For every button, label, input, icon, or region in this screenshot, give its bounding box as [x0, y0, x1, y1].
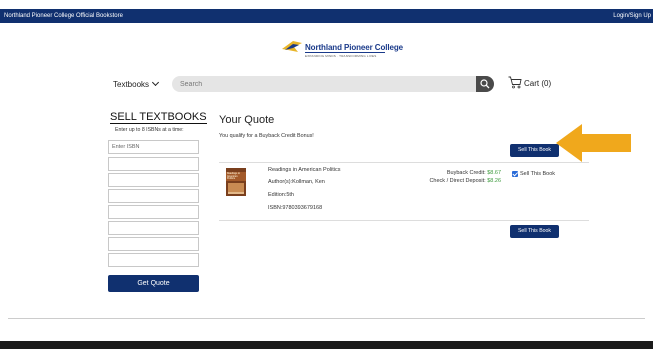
- sell-textbooks-heading: SELL TEXTBOOKS: [110, 111, 207, 124]
- sell-checkbox-label: Sell This Book: [520, 171, 556, 177]
- book-authors: Author(s):Kollman, Ken: [268, 179, 325, 185]
- textbooks-dropdown[interactable]: Textbooks: [113, 78, 160, 89]
- isbn-field-1[interactable]: [108, 140, 199, 154]
- checkbox-checked-icon: [512, 171, 518, 177]
- sell-this-book-button-bottom[interactable]: Sell This Book: [510, 225, 559, 238]
- book-cover-title: Readings in American Politics: [227, 173, 241, 181]
- search-button[interactable]: [476, 76, 494, 92]
- buyback-credit-label: Buyback Credit:: [446, 170, 486, 176]
- get-quote-button[interactable]: Get Quote: [108, 275, 199, 292]
- buyback-credit: Buyback Credit: $8.67: [447, 170, 501, 176]
- login-signup-link[interactable]: Login/Sign Up: [613, 13, 651, 19]
- quote-row-divider-bottom: [219, 220, 589, 221]
- quote-row-divider-top: [219, 162, 589, 163]
- quote-heading: Your Quote: [219, 114, 275, 126]
- cart-label: Cart (0): [524, 79, 552, 88]
- isbn-field-2[interactable]: [108, 157, 199, 171]
- isbn-field-5[interactable]: [108, 205, 199, 219]
- logo-name: Northland Pioneer College: [305, 43, 403, 52]
- pioneer-emblem-icon: [282, 41, 302, 52]
- isbn-field-3[interactable]: [108, 173, 199, 187]
- book-edition: Edition:5th: [268, 192, 294, 198]
- isbn-field-7[interactable]: [108, 237, 199, 251]
- isbn-field-8[interactable]: [108, 253, 199, 267]
- college-logo[interactable]: Northland Pioneer College EXPANDING MIND…: [281, 36, 403, 64]
- page-frame: Northland Pioneer College Official Books…: [0, 0, 653, 349]
- search-bar: [172, 76, 494, 92]
- deposit-label: Check / Direct Deposit:: [429, 178, 486, 184]
- book-title: Readings in American Politics: [268, 167, 341, 173]
- logo-tagline: EXPANDING MINDS · TRANSFORMING LIVES: [305, 54, 377, 58]
- logo-divider: [305, 52, 385, 53]
- chevron-down-icon: [151, 78, 160, 87]
- window-bottom-bar: [0, 341, 653, 349]
- arrow-left-icon: [556, 124, 631, 162]
- store-name: Northland Pioneer College Official Books…: [4, 13, 123, 19]
- top-bar: Northland Pioneer College Official Books…: [0, 9, 653, 23]
- sell-this-book-button-top[interactable]: Sell This Book: [510, 144, 559, 157]
- search-icon: [480, 79, 490, 89]
- isbn-field-4[interactable]: [108, 189, 199, 203]
- textbooks-label: Textbooks: [113, 80, 150, 89]
- cart-icon: [508, 76, 522, 89]
- book-isbn: ISBN:9780393679168: [268, 205, 323, 211]
- isbn-field-6[interactable]: [108, 221, 199, 235]
- book-cover-image: Readings in American Politics: [226, 168, 246, 196]
- buyback-credit-value: $8.67: [487, 170, 501, 176]
- bonus-message: You qualify for a Buyback Credit Bonus!: [219, 133, 314, 139]
- search-input[interactable]: [172, 76, 472, 92]
- deposit-value: $8.26: [487, 178, 501, 184]
- sell-textbooks-instructions: Enter up to 8 ISBNs at a time:: [115, 127, 184, 133]
- deposit-amount: Check / Direct Deposit: $8.26: [429, 178, 501, 184]
- footer-divider: [8, 318, 645, 319]
